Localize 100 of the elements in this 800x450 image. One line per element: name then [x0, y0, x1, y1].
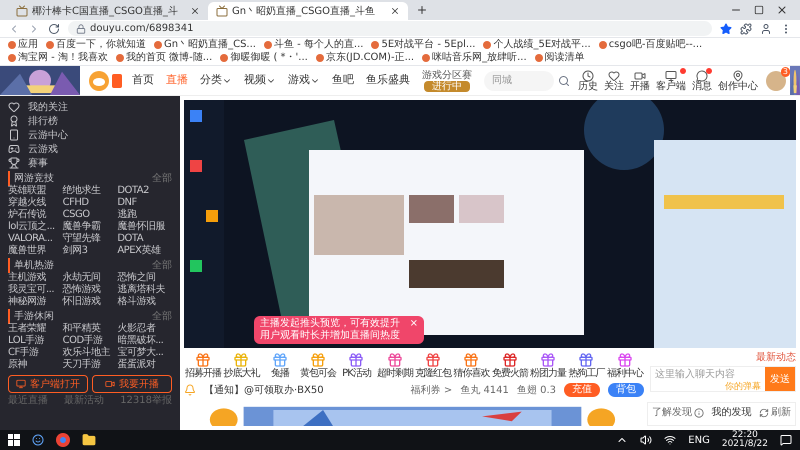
- app-icon[interactable]: [32, 434, 44, 446]
- bookmark-link[interactable]: 我的首页 微博-随...: [116, 51, 212, 64]
- activity-item[interactable]: 超时剩期: [376, 352, 414, 380]
- bookmark-link[interactable]: 斗鱼 - 每个人的直...: [264, 38, 364, 51]
- event-badge[interactable]: 游戏分区赛 进行中: [422, 70, 472, 92]
- activity-item[interactable]: 福利中心: [606, 352, 644, 380]
- extensions-icon[interactable]: [740, 22, 752, 34]
- bookmark-link[interactable]: 咪咕音乐网_放肆听...: [422, 51, 527, 64]
- bookmark-link[interactable]: csgo吧-百度贴吧--...: [598, 38, 702, 51]
- bookmark-star-icon[interactable]: [720, 22, 732, 34]
- category-link[interactable]: 格斗游戏: [117, 296, 172, 308]
- bookmark-link[interactable]: 阅读清单: [534, 51, 585, 64]
- activity-item[interactable]: 克隆红包: [414, 352, 452, 380]
- header-link[interactable]: 历史: [578, 70, 598, 92]
- category-link[interactable]: 和平精英: [62, 323, 118, 335]
- sidebar-item[interactable]: 云游中心: [8, 128, 172, 142]
- category-link[interactable]: 魔兽争霸: [62, 221, 118, 233]
- nav-link[interactable]: 视频: [244, 72, 276, 89]
- language-indicator[interactable]: ENG: [688, 432, 710, 448]
- category-link[interactable]: 绝地求生: [62, 185, 118, 197]
- sidebar-item[interactable]: 云游戏: [8, 142, 172, 156]
- header-link[interactable]: 客户端: [656, 70, 686, 92]
- category-link[interactable]: 天刀手游: [62, 359, 118, 371]
- sidebar-item[interactable]: 排行榜: [8, 114, 172, 128]
- refresh-link[interactable]: 刷新: [759, 405, 791, 420]
- bookmark-link[interactable]: 5E对战平台 - 5Epl...: [371, 38, 476, 51]
- header-link[interactable]: 消息: [692, 70, 712, 92]
- category-link[interactable]: 宝可梦大...: [117, 347, 172, 359]
- activity-item[interactable]: 抄底大礼: [222, 352, 261, 380]
- search-icon[interactable]: [558, 74, 570, 86]
- profile-icon[interactable]: [760, 22, 772, 34]
- category-link[interactable]: DNF: [117, 197, 172, 209]
- nav-link[interactable]: 游戏: [288, 72, 320, 89]
- notifications-icon[interactable]: [780, 434, 792, 446]
- header-link[interactable]: 开播: [630, 70, 650, 92]
- windows-icon[interactable]: [8, 434, 20, 446]
- new-tab-icon[interactable]: [416, 4, 428, 16]
- browser-icon[interactable]: [56, 433, 70, 447]
- bookmark-link[interactable]: 京东(JD.COM)-正...: [316, 51, 414, 64]
- sidebar-item[interactable]: 我的关注: [8, 100, 172, 114]
- category-link[interactable]: CFHD: [62, 197, 118, 209]
- category-link[interactable]: 炉石传说: [8, 209, 63, 221]
- address-bar[interactable]: douyu.com/6898341: [68, 21, 712, 36]
- category-link[interactable]: 魔兽世界: [8, 245, 63, 257]
- close-icon[interactable]: [776, 4, 788, 16]
- chat-input[interactable]: 这里输入聊天内容: [655, 366, 761, 382]
- category-link[interactable]: 英雄联盟: [8, 185, 63, 197]
- activity-item[interactable]: 兔播: [260, 352, 299, 380]
- category-link[interactable]: 蛋蛋派对: [117, 359, 172, 371]
- category-link[interactable]: 主机游戏: [8, 272, 63, 284]
- header-link[interactable]: 关注: [604, 70, 624, 92]
- reload-icon[interactable]: [48, 22, 60, 34]
- category-link[interactable]: COD手游: [62, 335, 118, 347]
- category-link[interactable]: 穿越火线: [8, 197, 63, 209]
- sidebar-button[interactable]: 我要开播: [92, 375, 172, 393]
- folder-icon[interactable]: [82, 433, 96, 447]
- close-icon[interactable]: [190, 6, 200, 16]
- browser-tab[interactable]: Gn丶昭奶直播_CSGO直播_斗鱼: [208, 2, 408, 20]
- category-link[interactable]: 永劫无间: [62, 272, 118, 284]
- category-link[interactable]: VALORA...: [8, 233, 63, 245]
- nav-link[interactable]: 鱼乐盛典: [366, 72, 410, 89]
- header-link[interactable]: 创作中心: [718, 70, 758, 92]
- bookmark-link[interactable]: 个人战绩_5E对战平...: [483, 38, 591, 51]
- category-link[interactable]: 火影忍者: [117, 323, 172, 335]
- bookmark-link[interactable]: 百度一下，你就知道: [46, 38, 146, 51]
- backpack-button[interactable]: 背包: [608, 383, 644, 397]
- category-link[interactable]: 原神: [8, 359, 63, 371]
- category-link[interactable]: CSGO: [62, 209, 118, 221]
- activity-item[interactable]: 热狗工厂: [567, 352, 606, 380]
- category-link[interactable]: 恐怖游戏: [62, 284, 118, 296]
- nav-link[interactable]: 鱼吧: [332, 72, 354, 89]
- category-link[interactable]: 欢乐斗地主: [62, 347, 118, 359]
- activity-item[interactable]: 猜你喜欢: [452, 352, 491, 380]
- activity-item[interactable]: 免费火箭: [490, 352, 529, 380]
- activity-item[interactable]: 招募开播: [184, 352, 222, 380]
- bookmark-link[interactable]: 御暖御暖 ( *・'...: [220, 51, 308, 64]
- category-link[interactable]: APEX英雄: [117, 245, 172, 257]
- category-link[interactable]: 恐怖之间: [117, 272, 172, 284]
- discover-info[interactable]: 了解发现: [652, 405, 704, 420]
- close-button[interactable]: ×: [410, 318, 418, 342]
- sidebar-item[interactable]: 赛事: [8, 156, 172, 170]
- nav-link[interactable]: 分类: [200, 72, 232, 89]
- category-link[interactable]: 神秘网游: [8, 296, 63, 308]
- category-link[interactable]: 剑网3: [62, 245, 118, 257]
- category-link[interactable]: 怀旧游戏: [62, 296, 118, 308]
- category-link[interactable]: 逃跑: [117, 209, 172, 221]
- bookmark-link[interactable]: 淘宝网 - 淘！我喜欢: [8, 51, 108, 64]
- nav-link[interactable]: 首页: [132, 72, 154, 89]
- category-link[interactable]: 逃离塔科夫: [117, 284, 172, 296]
- category-link[interactable]: 暗黑破坏...: [117, 335, 172, 347]
- speaker-icon[interactable]: [640, 434, 652, 446]
- activity-item[interactable]: PK活动: [337, 352, 376, 380]
- maximize-icon[interactable]: [754, 5, 764, 15]
- category-link[interactable]: DOTA: [117, 233, 172, 245]
- category-link[interactable]: 魔兽怀旧服: [117, 221, 172, 233]
- category-link[interactable]: 我灵宝可...: [8, 284, 63, 296]
- activity-item[interactable]: 黄包可会: [298, 352, 338, 380]
- sidebar-button[interactable]: 客户端打开: [8, 375, 88, 393]
- coupon-link[interactable]: 福利券 >: [410, 382, 452, 398]
- close-icon[interactable]: [390, 6, 400, 16]
